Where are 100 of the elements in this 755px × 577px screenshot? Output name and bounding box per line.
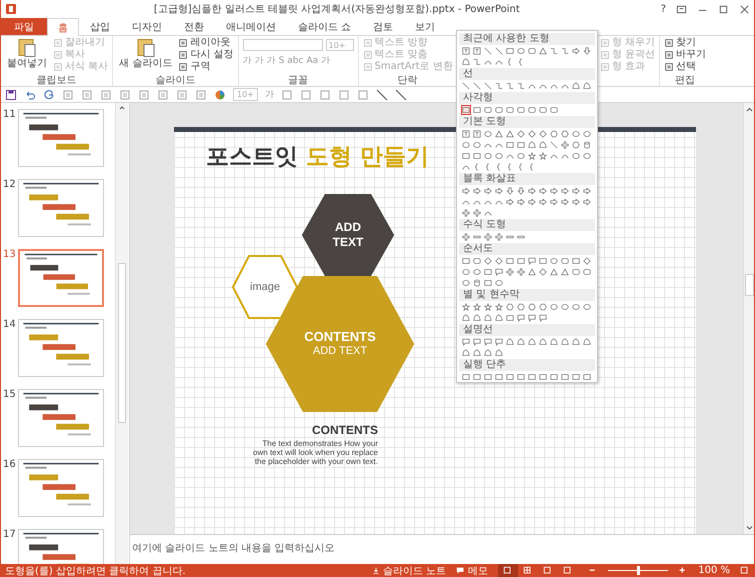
shape-option-icon[interactable]	[461, 208, 471, 218]
slide-thumbnail[interactable]	[18, 389, 104, 447]
font-color-button[interactable]: 가	[264, 88, 274, 101]
app-logo-icon	[5, 3, 17, 15]
gallery-section-header: 별 및 현수막	[459, 289, 595, 301]
toolbar-icon	[195, 88, 207, 100]
shape-option-icon[interactable]	[483, 232, 493, 242]
format-button[interactable]: abc	[287, 56, 304, 66]
document-icon	[53, 62, 63, 72]
file-tab[interactable]: 파일	[1, 18, 47, 35]
document-icon	[53, 50, 63, 60]
scrollbar-thumb[interactable]	[744, 274, 754, 296]
zoom-level[interactable]: 100 %	[698, 565, 730, 576]
format-button[interactable]: 가	[242, 54, 252, 67]
toolbar-icon	[157, 88, 169, 100]
document-icon	[178, 62, 188, 72]
ribbon-command[interactable]: 구역	[178, 61, 234, 73]
shape-option-icon[interactable]	[461, 337, 471, 347]
shape-option-icon[interactable]	[461, 46, 471, 56]
shape-option-icon[interactable]	[483, 302, 493, 312]
grid-view-icon	[523, 566, 534, 576]
gallery-section-header: 사각형	[459, 92, 595, 104]
ribbon-command[interactable]: 다시 설정	[178, 49, 234, 61]
slide-thumbnail[interactable]	[18, 459, 104, 517]
font-name-field[interactable]	[242, 39, 323, 51]
normal-view-icon	[503, 566, 514, 576]
shape-option-icon[interactable]	[461, 129, 471, 139]
slide-number: 12	[2, 179, 15, 190]
shape-option-icon[interactable]	[472, 302, 482, 312]
shape-option-icon[interactable]	[516, 267, 526, 277]
shape-option-icon[interactable]	[461, 256, 471, 266]
slide-thumbnail[interactable]	[18, 179, 104, 237]
toolbar-icon	[318, 88, 331, 100]
ribbon-tab[interactable]: 보기	[404, 18, 446, 35]
toolbar-icon	[81, 88, 93, 100]
ribbon-command[interactable]: 바꾸기	[664, 49, 706, 61]
shape-option-icon[interactable]	[560, 140, 570, 150]
format-button[interactable]: 가	[254, 54, 264, 67]
comments-button[interactable]: 메모	[456, 564, 488, 577]
group-label: 편집	[674, 75, 696, 86]
shape-option-icon[interactable]	[494, 302, 504, 312]
toolbar-icon	[62, 88, 74, 100]
slide-number: 11	[2, 109, 15, 120]
shape-option-icon[interactable]	[527, 151, 537, 161]
toolbar-icon	[119, 88, 131, 100]
ribbon-command[interactable]: 선택	[664, 61, 706, 73]
ribbon-command[interactable]: 찾기	[664, 37, 706, 49]
slide-thumbnail[interactable]	[18, 319, 104, 377]
ribbon-tab[interactable]: 검토	[362, 18, 404, 35]
shape-option-icon[interactable]	[461, 186, 471, 196]
shape-option-icon[interactable]	[472, 208, 482, 218]
ribbon-large-button[interactable]: 새 슬라이드	[117, 37, 174, 75]
gallery-section-header: 최근에 사용한 도형	[459, 33, 595, 45]
redo-icon	[43, 88, 55, 100]
shape-option-icon[interactable]	[494, 232, 504, 242]
help-button[interactable]: ?	[656, 4, 670, 14]
gallery-section-header: 순서도	[459, 243, 595, 255]
format-button[interactable]: 가	[266, 54, 276, 67]
ribbon-large-button[interactable]: 붙여넣기	[5, 37, 49, 75]
ribbon-command[interactable]: 레이아웃	[178, 37, 234, 49]
scrollbar-thumb[interactable]	[118, 263, 126, 423]
slide-number: 16	[2, 459, 15, 470]
ribbon-tab[interactable]: 슬라이드 쇼	[287, 18, 362, 35]
notes-button[interactable]: 슬라이드 노트	[371, 564, 446, 577]
zoom-slider-thumb[interactable]	[637, 566, 640, 575]
save-icon	[5, 88, 17, 100]
toolbar-icon	[300, 88, 312, 100]
document-icon	[600, 62, 610, 72]
toolbar-icon	[338, 88, 350, 100]
ribbon-tab[interactable]: 삽입	[79, 18, 121, 35]
slide-number: 17	[2, 529, 15, 540]
gallery-section-header: 선	[459, 68, 595, 80]
shape-option-icon[interactable]	[461, 81, 471, 91]
ribbon-display-icon	[676, 4, 687, 14]
slide-thumbnail[interactable]	[18, 109, 104, 167]
view-button[interactable]	[498, 564, 518, 577]
format-button[interactable]: S	[278, 56, 284, 66]
shape-text: image	[250, 281, 280, 293]
shape-option-icon[interactable]	[472, 129, 482, 139]
shape-option-icon[interactable]	[538, 151, 548, 161]
ribbon-tab[interactable]: 디자인	[121, 18, 173, 35]
slide-title: 포스트잇 도형 만들기	[206, 143, 430, 172]
shape-option-icon[interactable]	[505, 267, 515, 277]
ribbon-tab[interactable]: 전환	[173, 18, 215, 35]
scroll-up-icon	[744, 105, 754, 114]
format-button[interactable]: 가	[321, 54, 330, 67]
shape-option-icon[interactable]	[472, 46, 482, 56]
shape-option-icon[interactable]	[461, 372, 471, 382]
ribbon-tab[interactable]: 애니메이션	[215, 18, 287, 35]
slide-thumbnail[interactable]	[18, 249, 104, 307]
shape-option-icon[interactable]	[461, 105, 471, 115]
document-icon	[664, 62, 674, 72]
shape-option-icon[interactable]	[461, 302, 471, 312]
shape-option-icon[interactable]	[461, 232, 471, 242]
font-size-field[interactable]: 10+	[233, 88, 258, 101]
format-button[interactable]: Aa	[306, 56, 318, 66]
document-icon	[362, 38, 373, 48]
ribbon-tab[interactable]: 홈	[47, 18, 79, 36]
scroll-down-icon	[744, 523, 754, 532]
font-size-field[interactable]: 10+	[326, 39, 354, 51]
